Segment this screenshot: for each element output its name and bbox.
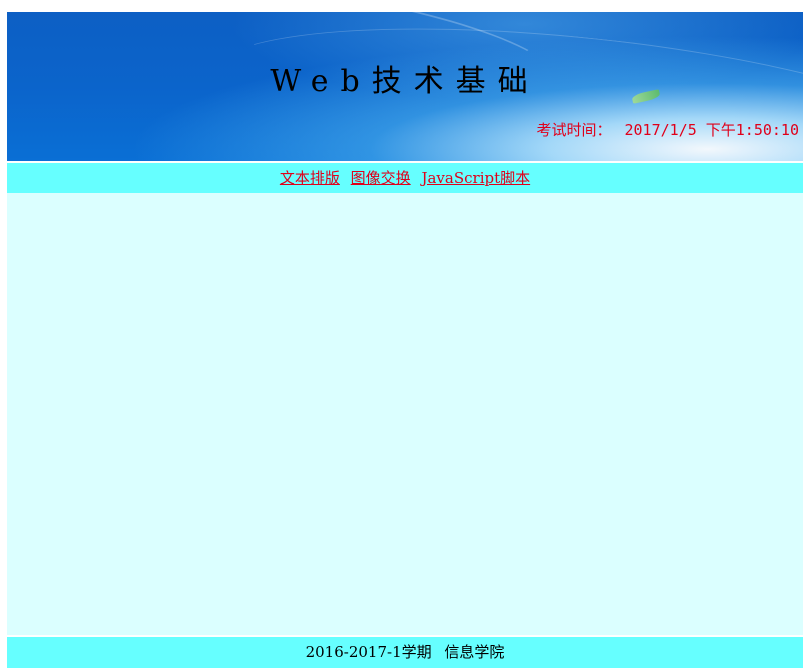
footer-department: 信息学院 bbox=[444, 643, 505, 661]
page: Web技术基础 考试时间： 2017/1/5 下午1:50:10 文本排版 图像… bbox=[0, 0, 806, 670]
exam-time-label: 考试时间： bbox=[536, 121, 612, 139]
nav-link-image-swap[interactable]: 图像交换 bbox=[351, 169, 411, 187]
footer: 2016-2017-1学期 信息学院 bbox=[7, 637, 803, 668]
content-area bbox=[7, 193, 803, 635]
exam-time: 考试时间： 2017/1/5 下午1:50:10 bbox=[532, 119, 799, 140]
nav-link-text-layout[interactable]: 文本排版 bbox=[280, 169, 340, 187]
footer-term: 2016-2017-1学期 bbox=[305, 643, 432, 661]
page-title: Web技术基础 bbox=[270, 64, 540, 99]
nav-bar: 文本排版 图像交换 JavaScript脚本 bbox=[7, 163, 803, 193]
header-banner: Web技术基础 考试时间： 2017/1/5 下午1:50:10 bbox=[7, 12, 803, 161]
exam-time-value: 2017/1/5 下午1:50:10 bbox=[624, 121, 800, 139]
nav-link-javascript[interactable]: JavaScript脚本 bbox=[421, 169, 530, 187]
